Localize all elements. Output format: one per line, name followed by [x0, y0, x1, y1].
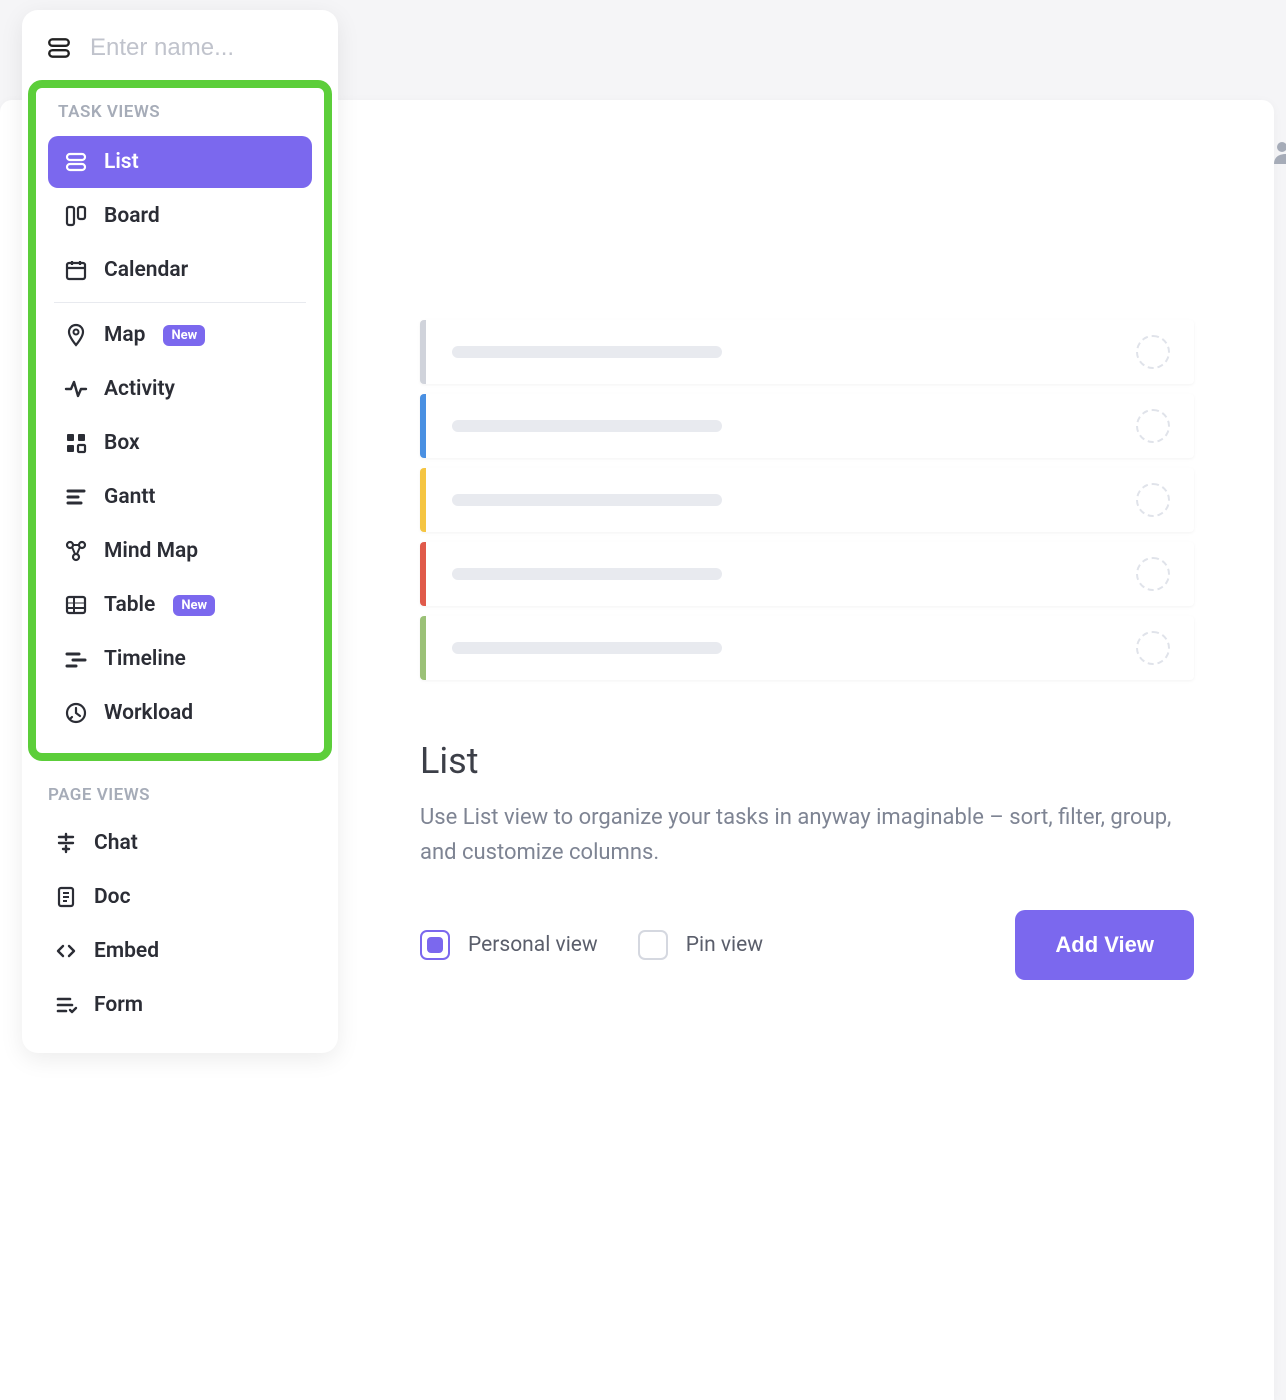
gantt-icon: [64, 485, 88, 509]
embed-icon: [54, 939, 78, 963]
task-view-box[interactable]: Box: [48, 417, 312, 469]
view-item-label: Gantt: [104, 485, 155, 509]
preview-row: [420, 394, 1194, 458]
task-view-timeline[interactable]: Timeline: [48, 633, 312, 685]
list-icon: [46, 35, 72, 61]
board-icon: [64, 204, 88, 228]
task-views-highlight: TASK VIEWS List Board Calendar Map New Activi…: [28, 80, 332, 761]
add-view-button[interactable]: Add View: [1015, 910, 1194, 980]
new-badge: New: [163, 325, 205, 346]
skeleton-text: [452, 568, 722, 580]
mindmap-icon: [64, 539, 88, 563]
skeleton-text: [452, 642, 722, 654]
view-name-input[interactable]: [90, 34, 314, 62]
view-item-label: Box: [104, 431, 140, 455]
assignee-placeholder-icon: [1136, 631, 1170, 665]
preview-row: [420, 468, 1194, 532]
preview-row: [420, 542, 1194, 606]
task-view-board[interactable]: Board: [48, 190, 312, 242]
page-view-chat[interactable]: Chat: [38, 817, 322, 869]
status-color-bar: [420, 394, 426, 458]
skeleton-text: [452, 420, 722, 432]
assignee-placeholder-icon: [1136, 335, 1170, 369]
options-row: Personal view Pin view Add View: [420, 910, 1194, 980]
view-item-label: Workload: [104, 701, 193, 725]
new-badge: New: [173, 595, 215, 616]
table-icon: [64, 593, 88, 617]
view-item-label: Doc: [94, 885, 131, 909]
name-input-row: [22, 24, 338, 80]
task-view-gantt[interactable]: Gantt: [48, 471, 312, 523]
view-item-label: Table: [104, 593, 155, 617]
assignee-placeholder-icon: [1136, 409, 1170, 443]
view-item-label: Map: [104, 323, 145, 347]
skeleton-text: [452, 494, 722, 506]
view-item-label: Form: [94, 993, 143, 1017]
doc-icon: [54, 885, 78, 909]
box-icon: [64, 431, 88, 455]
person-icon: [1272, 138, 1286, 166]
pin-view-label: Pin view: [686, 933, 763, 957]
status-color-bar: [420, 616, 426, 680]
page-view-doc[interactable]: Doc: [38, 871, 322, 923]
assignee-placeholder-icon: [1136, 557, 1170, 591]
task-view-mind-map[interactable]: Mind Map: [48, 525, 312, 577]
view-item-label: Mind Map: [104, 539, 198, 563]
list-preview: [420, 320, 1194, 680]
workload-icon: [64, 701, 88, 725]
view-item-label: List: [104, 150, 139, 174]
chat-icon: [54, 831, 78, 855]
preview-row: [420, 616, 1194, 680]
status-color-bar: [420, 542, 426, 606]
view-item-label: Timeline: [104, 647, 186, 671]
divider: [54, 302, 306, 303]
view-item-label: Board: [104, 204, 160, 228]
view-item-label: Calendar: [104, 258, 188, 282]
preview-row: [420, 320, 1194, 384]
view-item-label: Embed: [94, 939, 159, 963]
task-view-table[interactable]: Table New: [48, 579, 312, 631]
page-view-form[interactable]: Form: [38, 979, 322, 1031]
personal-view-checkbox[interactable]: [420, 930, 450, 960]
personal-view-label: Personal view: [468, 933, 598, 957]
view-item-label: Activity: [104, 377, 175, 401]
task-view-calendar[interactable]: Calendar: [48, 244, 312, 296]
form-icon: [54, 993, 78, 1017]
page-view-embed[interactable]: Embed: [38, 925, 322, 977]
pin-view-checkbox[interactable]: [638, 930, 668, 960]
activity-icon: [64, 377, 88, 401]
list-icon: [64, 150, 88, 174]
task-view-activity[interactable]: Activity: [48, 363, 312, 415]
task-views-section-label: TASK VIEWS: [44, 102, 316, 134]
page-views-section-label: PAGE VIEWS: [22, 767, 338, 815]
detail-title: List: [420, 740, 1194, 782]
map-icon: [64, 323, 88, 347]
status-color-bar: [420, 320, 426, 384]
view-selector-panel: TASK VIEWS List Board Calendar Map New Activi…: [22, 10, 338, 1053]
view-item-label: Chat: [94, 831, 138, 855]
skeleton-text: [452, 346, 722, 358]
calendar-icon: [64, 258, 88, 282]
detail-description: Use List view to organize your tasks in …: [420, 800, 1194, 870]
assignee-placeholder-icon: [1136, 483, 1170, 517]
task-view-list[interactable]: List: [48, 136, 312, 188]
timeline-icon: [64, 647, 88, 671]
task-view-workload[interactable]: Workload: [48, 687, 312, 739]
status-color-bar: [420, 468, 426, 532]
task-view-map[interactable]: Map New: [48, 309, 312, 361]
